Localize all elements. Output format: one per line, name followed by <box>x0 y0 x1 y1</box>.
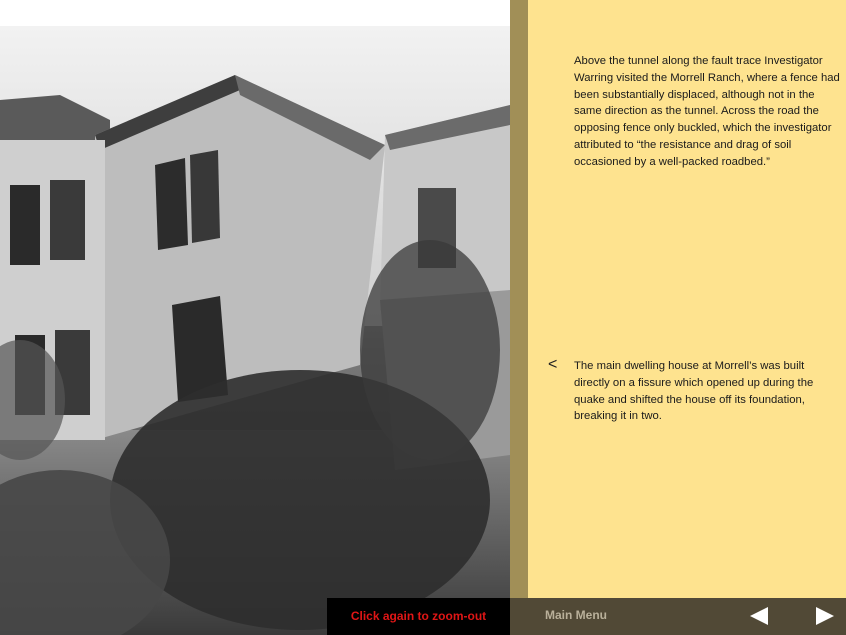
triangle-left-icon <box>750 607 768 625</box>
house-photo[interactable] <box>0 0 510 635</box>
page-divider <box>510 0 528 598</box>
paragraph-1: Above the tunnel along the fault trace I… <box>574 55 840 168</box>
main-menu-button[interactable]: Main Menu <box>545 608 607 622</box>
caret-icon[interactable]: < <box>548 356 557 374</box>
previous-page-button[interactable] <box>750 607 770 625</box>
zoom-out-button[interactable]: Click again to zoom-out <box>327 598 510 635</box>
house-illustration <box>0 26 510 635</box>
triangle-right-icon <box>816 607 834 625</box>
paragraph-2: The main dwelling house at Morrell’s was… <box>574 360 814 423</box>
photo-top-margin <box>0 0 510 26</box>
bottom-nav-bar: Main Menu <box>510 598 846 635</box>
next-page-button[interactable] <box>814 607 834 625</box>
text-panel: Above the tunnel along the fault trace I… <box>528 0 846 598</box>
